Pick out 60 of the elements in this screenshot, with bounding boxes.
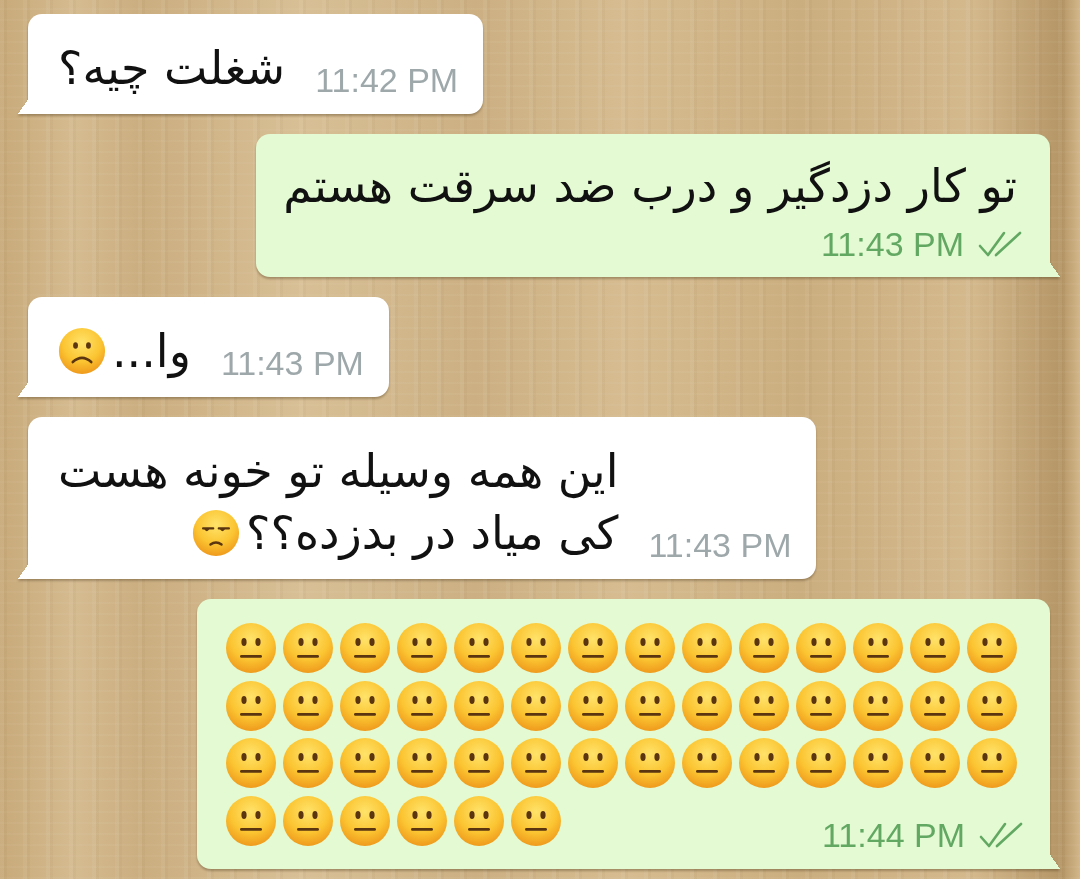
neutral-face-icon (852, 622, 904, 674)
neutral-face-icon (339, 794, 391, 847)
neutral-face-icon (282, 737, 334, 789)
neutral-face-icon (225, 622, 277, 674)
neutral-face-icon (852, 737, 904, 789)
message-time: 11:43 PM (821, 226, 964, 262)
message-text: این همه وسیله تو خونه هست (58, 443, 619, 501)
message-text: وا... (112, 323, 191, 381)
neutral-face-icon (738, 679, 790, 732)
neutral-face-icon (282, 679, 334, 732)
neutral-face-icon (282, 794, 334, 847)
neutral-face-icon (225, 737, 277, 789)
message-text: تو کار دزدگیر و درب ضد سرقت هستم (283, 158, 1017, 216)
neutral-face-icon (852, 679, 904, 732)
neutral-face-icon (510, 737, 562, 789)
neutral-face-icon (738, 737, 790, 789)
neutral-face-icon (453, 737, 505, 789)
neutral-face-icon (567, 679, 619, 732)
neutral-face-icon (567, 737, 619, 789)
neutral-face-icon (966, 622, 1018, 674)
neutral-face-icon (453, 794, 505, 847)
neutral-face-icon (339, 622, 391, 674)
neutral-face-icon (225, 679, 277, 732)
neutral-face-icon (795, 679, 847, 732)
message-time: 11:44 PM (822, 816, 965, 853)
neutral-face-icon (966, 737, 1018, 789)
neutral-face-icon (339, 679, 391, 732)
neutral-face-icon (510, 622, 562, 674)
neutral-face-icon (795, 737, 847, 789)
neutral-face-icon (396, 679, 448, 732)
neutral-face-icon (624, 679, 676, 732)
neutral-face-icon (453, 622, 505, 674)
neutral-face-icon (909, 737, 961, 789)
neutral-face-icon (339, 737, 391, 789)
neutral-face-icon (453, 679, 505, 732)
neutral-face-icon (282, 622, 334, 674)
neutral-face-icon (396, 737, 448, 789)
neutral-face-icon (795, 622, 847, 674)
message-time: 11:42 PM (315, 62, 459, 98)
message-text: شغلت چیه؟ (58, 40, 286, 97)
neutral-face-icon (396, 794, 448, 847)
message-time: 11:43 PM (648, 527, 792, 563)
neutral-face-icon (396, 622, 448, 674)
message-text: کی میاد در بدزده؟؟ (246, 505, 619, 562)
neutral-face-icon (624, 622, 676, 674)
neutral-face-icon (966, 679, 1018, 732)
message-time: 11:43 PM (220, 345, 364, 381)
neutral-face-icon (909, 622, 961, 674)
neutral-face-icon (909, 679, 961, 732)
neutral-face-icon (567, 622, 619, 674)
neutral-face-icon (681, 622, 733, 674)
neutral-face-icon (624, 737, 676, 789)
frowning-face-icon (58, 327, 106, 375)
neutral-face-icon (225, 794, 277, 847)
neutral-face-icon (510, 794, 562, 847)
neutral-face-icon (681, 679, 733, 732)
neutral-face-icon (738, 622, 790, 674)
neutral-face-icon (510, 679, 562, 732)
unamused-face-icon (192, 509, 241, 557)
neutral-face-icon (681, 737, 733, 789)
